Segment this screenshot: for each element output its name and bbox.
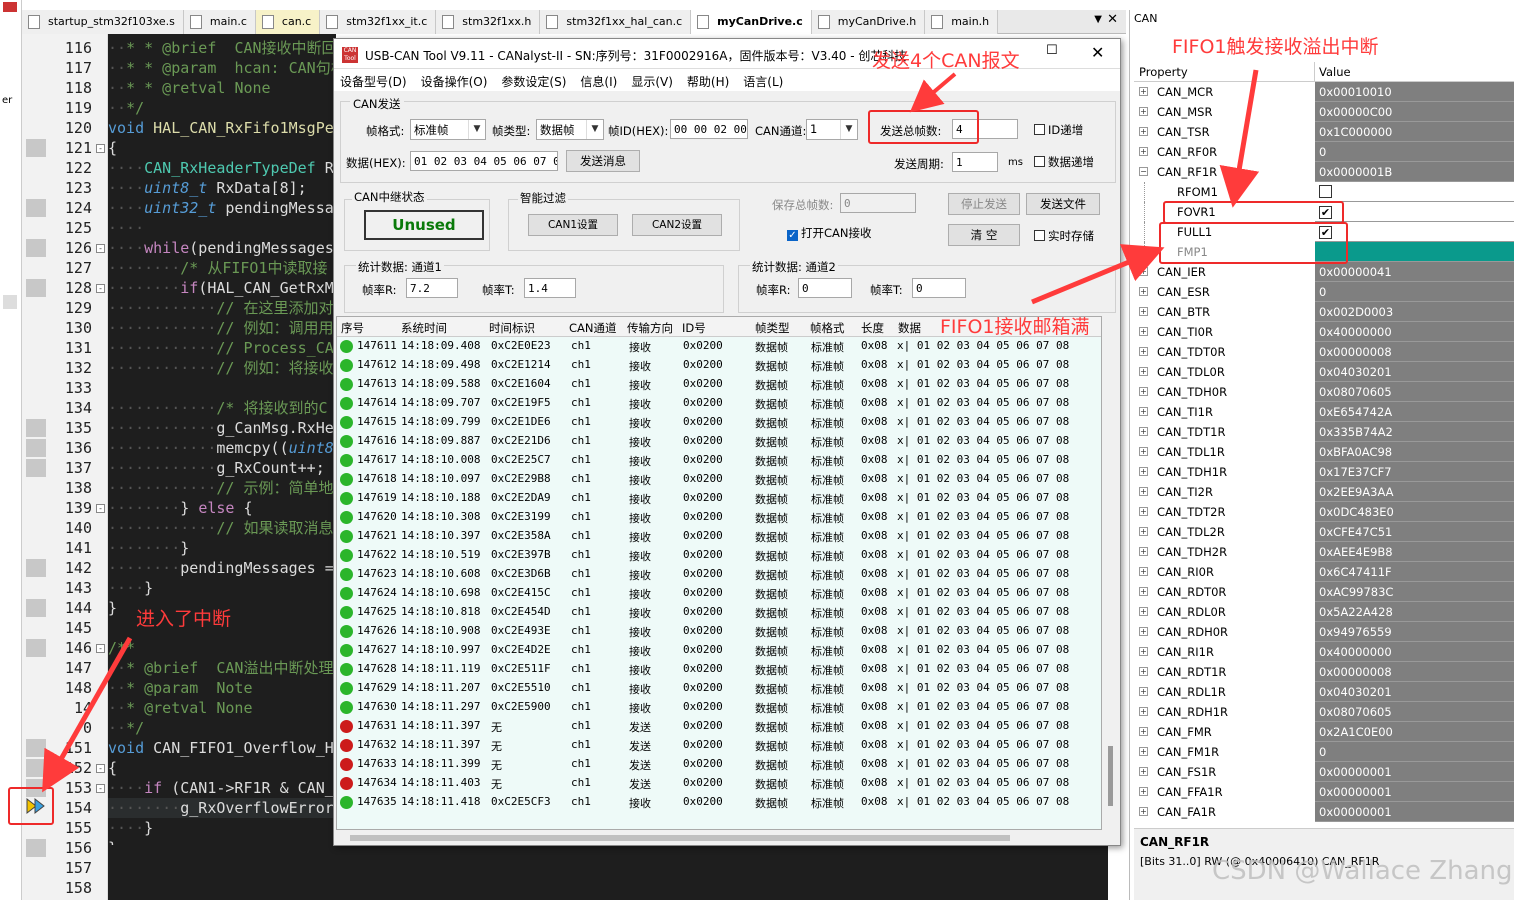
annotation-entered-irq: 进入了中断 <box>136 608 232 630</box>
watermark: CSDN @Wallace Zhang <box>1212 856 1513 886</box>
annotation-fifo1-overflow: FIFO1触发接收溢出中断 <box>1172 36 1379 58</box>
arrow-entered-irq <box>42 636 133 793</box>
annotation-arrows <box>42 69 1260 793</box>
annotation-send4: 发送4个CAN报文 <box>872 50 1020 72</box>
arrow-fifo1-full <box>1031 244 1165 305</box>
arrow-fifo1-overflow <box>1219 69 1260 208</box>
current-execution-arrow-icon[interactable] <box>26 797 46 815</box>
arrow-send4 <box>909 72 957 113</box>
annotation-fifo1-full: FIFO1接收邮箱满 <box>940 316 1090 338</box>
